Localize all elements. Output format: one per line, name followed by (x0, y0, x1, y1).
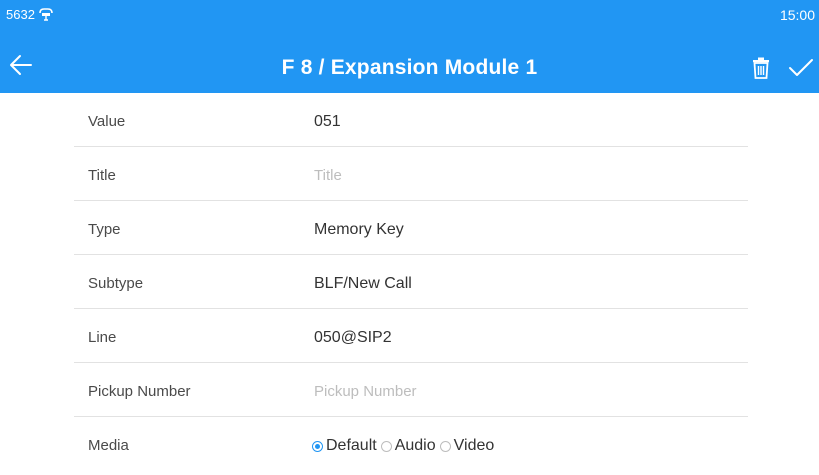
value-field[interactable]: 051 (314, 93, 734, 147)
trash-icon (753, 57, 769, 79)
pickup-number-label: Pickup Number (88, 383, 191, 400)
subtype-label: Subtype (88, 275, 144, 292)
title-row[interactable]: Title Title (74, 147, 748, 201)
media-option-audio[interactable]: Audio (380, 437, 436, 455)
value-row[interactable]: Value 051 (74, 93, 748, 147)
key-settings-form: Value 051 Title Title Type Memory Key Su… (74, 93, 748, 471)
check-icon (789, 59, 813, 76)
radio-unchecked-icon[interactable] (380, 440, 392, 452)
type-row[interactable]: Type Memory Key (74, 201, 748, 255)
type-select[interactable]: Memory Key (314, 201, 734, 255)
pickup-number-row[interactable]: Pickup Number Pickup Number (74, 363, 748, 417)
pickup-number-field[interactable]: Pickup Number (314, 363, 734, 417)
title-label: Title (88, 167, 116, 184)
subtype-select[interactable]: BLF/New Call (314, 255, 734, 309)
line-row[interactable]: Line 050@SIP2 (74, 309, 748, 363)
delete-button[interactable] (750, 55, 772, 81)
page-title: F 8 / Expansion Module 1 (281, 56, 538, 79)
media-row: Media Default Audio Video (74, 417, 748, 471)
radio-checked-icon[interactable] (312, 440, 323, 452)
media-radio-group: Default Audio Video (312, 417, 498, 475)
media-option-audio-label: Audio (394, 437, 436, 454)
top-app-bar: 5632 15:00 F 8 / Expansion Module 1 (0, 0, 819, 93)
media-option-video[interactable]: Video (439, 437, 495, 455)
subtype-row[interactable]: Subtype BLF/New Call (74, 255, 748, 309)
media-option-video-label: Video (453, 437, 495, 454)
line-label: Line (88, 329, 117, 346)
phone-forward-icon (39, 8, 53, 21)
media-option-default[interactable]: Default (312, 437, 377, 455)
media-label: Media (88, 437, 129, 454)
line-select[interactable]: 050@SIP2 (314, 309, 734, 363)
type-label: Type (88, 221, 121, 238)
title-field[interactable]: Title (314, 147, 734, 201)
extension-number: 5632 (6, 7, 35, 22)
radio-unchecked-icon[interactable] (439, 440, 451, 452)
status-bar-left: 5632 (6, 7, 53, 22)
status-time: 15:00 (779, 7, 815, 23)
save-button[interactable] (786, 54, 816, 82)
value-label: Value (88, 113, 126, 130)
media-option-default-label: Default (326, 437, 377, 454)
